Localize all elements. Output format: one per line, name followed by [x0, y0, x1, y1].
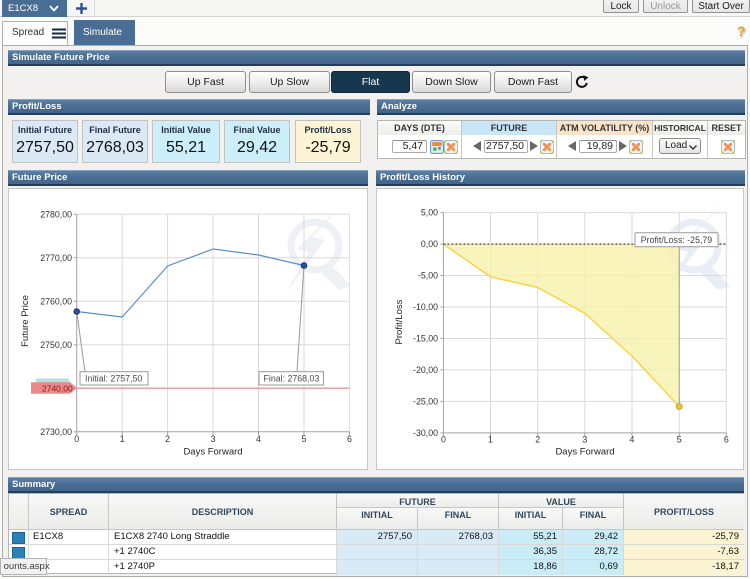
- svg-text:2: 2: [165, 434, 170, 444]
- svg-text:2: 2: [535, 435, 540, 445]
- svg-text:Final: 2768,03: Final: 2768,03: [264, 374, 320, 384]
- svg-text:Days Forward: Days Forward: [555, 447, 614, 458]
- svg-text:4: 4: [630, 435, 635, 445]
- svg-text:6: 6: [724, 435, 729, 445]
- svg-text:1: 1: [120, 434, 125, 444]
- svg-text:2730,00: 2730,00: [40, 427, 72, 437]
- svg-text:Future Price: Future Price: [20, 295, 31, 347]
- svg-text:5: 5: [677, 435, 682, 445]
- svg-text:Days Forward: Days Forward: [183, 447, 242, 458]
- svg-text:Initial: 2757,50: Initial: 2757,50: [85, 374, 142, 384]
- svg-text:5: 5: [302, 434, 307, 444]
- svg-text:-25,00: -25,00: [413, 397, 438, 407]
- svg-text:0: 0: [74, 434, 79, 444]
- svg-text:3: 3: [211, 434, 216, 444]
- svg-text:5,00: 5,00: [421, 208, 438, 218]
- svg-text:2770,00: 2770,00: [40, 253, 72, 263]
- svg-text:2740,00: 2740,00: [42, 383, 73, 393]
- svg-text:3: 3: [582, 435, 587, 445]
- svg-text:4: 4: [256, 434, 261, 444]
- svg-text:-5,00: -5,00: [418, 271, 438, 281]
- svg-text:Profit/Loss: -25,79: Profit/Loss: -25,79: [641, 235, 712, 245]
- svg-text:0,00: 0,00: [421, 239, 438, 249]
- svg-text:6: 6: [347, 434, 352, 444]
- svg-text:Profit/Loss: Profit/Loss: [394, 299, 405, 344]
- svg-text:-10,00: -10,00: [413, 302, 438, 312]
- svg-text:2760,00: 2760,00: [40, 296, 72, 306]
- svg-text:-15,00: -15,00: [413, 334, 438, 344]
- svg-text:2780,00: 2780,00: [40, 209, 72, 219]
- svg-text:0: 0: [441, 435, 446, 445]
- svg-text:-20,00: -20,00: [413, 365, 438, 375]
- svg-text:1: 1: [488, 435, 493, 445]
- svg-text:2750,00: 2750,00: [40, 340, 72, 350]
- svg-text:-30,00: -30,00: [413, 428, 438, 438]
